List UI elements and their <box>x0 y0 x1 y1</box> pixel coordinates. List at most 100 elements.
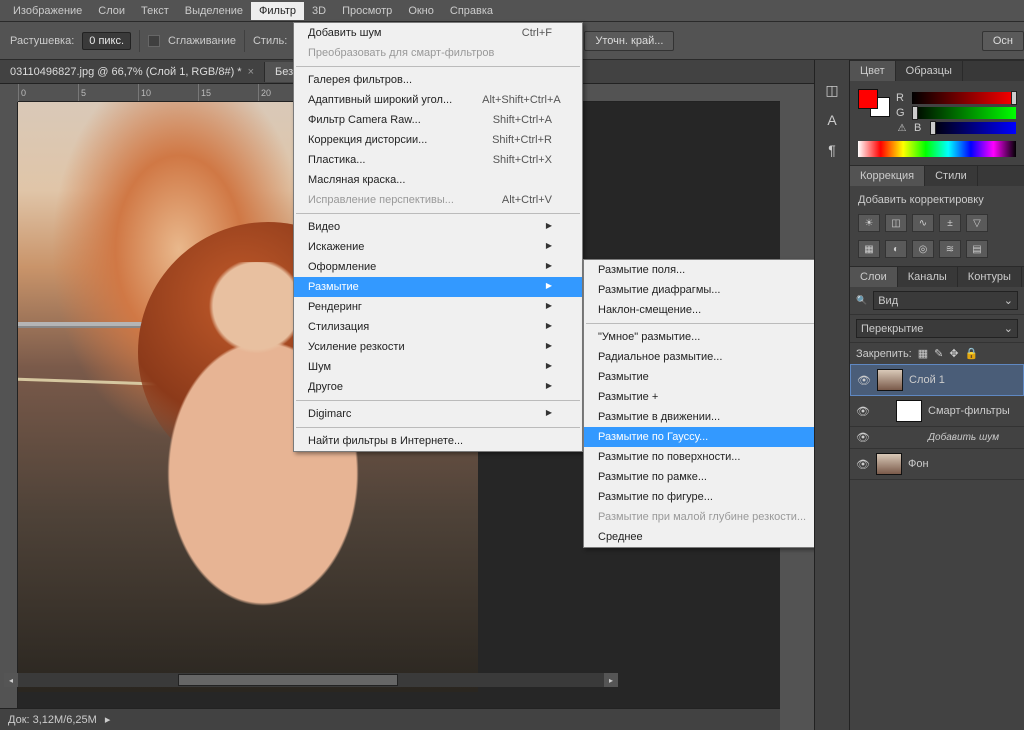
layer-row[interactable]: 👁Добавить шум <box>850 427 1024 449</box>
visibility-icon[interactable]: 👁 <box>857 374 871 387</box>
b-slider[interactable] <box>930 122 1016 134</box>
scrollbar-horizontal[interactable]: ◂ ▸ <box>18 673 618 687</box>
menu-item[interactable]: Галерея фильтров... <box>294 70 582 90</box>
bw-icon[interactable]: ◐ <box>885 240 907 258</box>
layer-row[interactable]: 👁 Смарт-фильтры <box>850 396 1024 427</box>
tab-styles[interactable]: Стили <box>925 166 978 186</box>
menu-item[interactable]: Видео <box>294 217 582 237</box>
layer-filter-dropdown[interactable]: Вид⌄ <box>873 291 1018 310</box>
menu-item[interactable]: Рендеринг <box>294 297 582 317</box>
r-slider[interactable] <box>912 92 1016 104</box>
submenu-item[interactable]: Размытие по рамке... <box>584 467 832 487</box>
curves-icon[interactable]: ∿ <box>912 214 934 232</box>
menu-item[interactable]: Искажение <box>294 237 582 257</box>
menu-item[interactable]: Фильтр Camera Raw...Shift+Ctrl+A <box>294 110 582 130</box>
antialias-checkbox[interactable] <box>148 35 160 47</box>
menu-текст[interactable]: Текст <box>133 2 177 20</box>
status-arrow-icon[interactable]: ▸ <box>105 713 111 726</box>
submenu-item[interactable]: "Умное" размытие... <box>584 327 832 347</box>
menu-item[interactable]: Найти фильтры в Интернете... <box>294 431 582 451</box>
visibility-icon[interactable]: 👁 <box>856 431 870 444</box>
gamut-warning-icon[interactable]: ⚠ <box>896 122 908 134</box>
levels-icon[interactable]: ◫ <box>885 214 907 232</box>
tab-channels[interactable]: Каналы <box>898 267 958 287</box>
foreground-swatch[interactable] <box>858 89 878 109</box>
menu-item[interactable]: Добавить шумCtrl+F <box>294 23 582 43</box>
menu-item[interactable]: Усиление резкости <box>294 337 582 357</box>
tab-adjustments[interactable]: Коррекция <box>850 166 925 186</box>
refine-edge-button[interactable]: Уточн. край... <box>584 31 674 51</box>
menu-item[interactable]: Другое <box>294 377 582 397</box>
menu-справка[interactable]: Справка <box>442 2 501 20</box>
right-button[interactable]: Осн <box>982 31 1024 51</box>
feather-input[interactable]: 0 пикс. <box>82 32 131 50</box>
scroll-right-icon[interactable]: ▸ <box>604 673 618 687</box>
blend-mode-dropdown[interactable]: Перекрытие⌄ <box>856 319 1018 338</box>
menu-3d[interactable]: 3D <box>304 2 334 20</box>
history-icon[interactable]: ◫ <box>822 80 842 100</box>
submenu-item[interactable]: Размытие + <box>584 387 832 407</box>
menu-item[interactable]: Digimarc <box>294 404 582 424</box>
document-tab[interactable]: 03110496827.jpg @ 66,7% (Слой 1, RGB/8#)… <box>0 62 265 82</box>
brightness-icon[interactable]: ☀ <box>858 214 880 232</box>
menu-окно[interactable]: Окно <box>400 2 442 20</box>
menu-item[interactable]: Коррекция дисторсии...Shift+Ctrl+R <box>294 130 582 150</box>
visibility-icon[interactable]: 👁 <box>856 458 870 471</box>
layer-row[interactable]: 👁 Слой 1 <box>850 364 1024 396</box>
lock-all-icon[interactable]: 🔒 <box>965 347 979 360</box>
tab-layers[interactable]: Слои <box>850 267 898 287</box>
menu-item[interactable]: Стилизация <box>294 317 582 337</box>
menu-item[interactable]: Шум <box>294 357 582 377</box>
menu-item[interactable]: Размытие <box>294 277 582 297</box>
character-icon[interactable]: A <box>822 110 842 130</box>
layer-name[interactable]: Фон <box>908 458 929 470</box>
layer-thumbnail[interactable] <box>876 453 902 475</box>
tab-paths[interactable]: Контуры <box>958 267 1022 287</box>
visibility-icon[interactable]: 👁 <box>856 405 870 418</box>
menu-фильтр[interactable]: Фильтр <box>251 2 304 20</box>
submenu-item[interactable]: Размытие по Гауссу... <box>584 427 832 447</box>
vibrance-icon[interactable]: ▽ <box>966 214 988 232</box>
scroll-left-icon[interactable]: ◂ <box>4 673 18 687</box>
color-swatches[interactable] <box>858 89 890 135</box>
submenu-item[interactable]: Размытие <box>584 367 832 387</box>
submenu-item[interactable]: Размытие по фигуре... <box>584 487 832 507</box>
layer-name[interactable]: Смарт-фильтры <box>928 405 1010 417</box>
menu-просмотр[interactable]: Просмотр <box>334 2 400 20</box>
tab-swatches[interactable]: Образцы <box>896 61 963 81</box>
lock-move-icon[interactable]: ✥ <box>949 347 958 360</box>
photo-filter-icon[interactable]: ◎ <box>912 240 934 258</box>
lookup-icon[interactable]: ▤ <box>966 240 988 258</box>
submenu-item[interactable]: Наклон-смещение... <box>584 300 832 320</box>
menu-слои[interactable]: Слои <box>90 2 133 20</box>
layer-thumbnail[interactable] <box>896 400 922 422</box>
submenu-item[interactable]: Среднее <box>584 527 832 547</box>
submenu-item[interactable]: Радиальное размытие... <box>584 347 832 367</box>
menu-item[interactable]: Оформление <box>294 257 582 277</box>
menu-изображение[interactable]: Изображение <box>5 2 90 20</box>
tab-color[interactable]: Цвет <box>850 61 896 81</box>
spectrum-bar[interactable] <box>858 141 1016 157</box>
scroll-thumb[interactable] <box>178 674 398 686</box>
mixer-icon[interactable]: ≋ <box>939 240 961 258</box>
layer-name[interactable]: Слой 1 <box>909 374 945 386</box>
menu-item[interactable]: Адаптивный широкий угол...Alt+Shift+Ctrl… <box>294 90 582 110</box>
submenu-item[interactable]: Размытие диафрагмы... <box>584 280 832 300</box>
submenu-item[interactable]: Размытие в движении... <box>584 407 832 427</box>
menu-item[interactable]: Масляная краска... <box>294 170 582 190</box>
layer-row[interactable]: 👁 Фон <box>850 449 1024 480</box>
search-icon[interactable]: 🔍 <box>856 295 867 306</box>
lock-pixels-icon[interactable]: ▦ <box>918 347 928 360</box>
paragraph-icon[interactable]: ¶ <box>822 140 842 160</box>
menu-выделение[interactable]: Выделение <box>177 2 251 20</box>
submenu-item[interactable]: Размытие поля... <box>584 260 832 280</box>
submenu-item[interactable]: Размытие по поверхности... <box>584 447 832 467</box>
ruler-vertical[interactable] <box>0 102 18 709</box>
exposure-icon[interactable]: ± <box>939 214 961 232</box>
close-icon[interactable]: × <box>248 66 254 78</box>
menu-item[interactable]: Пластика...Shift+Ctrl+X <box>294 150 582 170</box>
hue-icon[interactable]: ▦ <box>858 240 880 258</box>
lock-brush-icon[interactable]: ✎ <box>934 347 943 360</box>
layer-thumbnail[interactable] <box>877 369 903 391</box>
g-slider[interactable] <box>912 107 1016 119</box>
